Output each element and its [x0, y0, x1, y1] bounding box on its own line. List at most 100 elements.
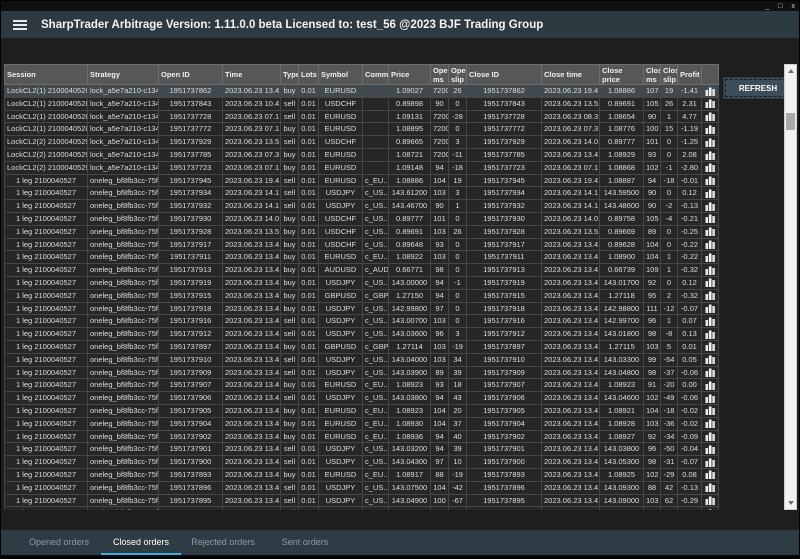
- table-row[interactable]: 1 leg 2100040527oneleg_bf8fb3cc-75f4-4..…: [5, 443, 719, 456]
- tab-sent-orders[interactable]: Sent orders: [265, 530, 345, 555]
- trade-details-icon[interactable]: [702, 148, 719, 161]
- trade-details-icon[interactable]: [702, 97, 719, 110]
- column-header-open-slip[interactable]: Open slip: [449, 65, 467, 85]
- table-row[interactable]: LockCL2(1) 2100040528lock_a5e7a210-c134-…: [5, 85, 719, 98]
- trade-details-icon[interactable]: [702, 110, 719, 123]
- tab-rejected-orders[interactable]: Rejected orders: [183, 530, 263, 555]
- column-header-session[interactable]: Session: [5, 65, 88, 85]
- column-header-close-time[interactable]: Close time: [542, 65, 600, 85]
- column-header-close-ms[interactable]: Close ms: [644, 65, 661, 85]
- table-row[interactable]: 1 leg 2100040527oneleg_bf8fb3cc-75f4-4..…: [5, 456, 719, 469]
- table-row[interactable]: 1 leg 2100040527oneleg_bf8fb3cc-75f4-4..…: [5, 340, 719, 353]
- cell-close-slip: -1: [661, 161, 678, 174]
- table-row[interactable]: 1 leg 2100040527oneleg_bf8fb3cc-75f4-4..…: [5, 494, 719, 507]
- trade-details-icon[interactable]: [702, 251, 719, 264]
- table-row[interactable]: 1 leg 2100040527oneleg_bf8fb3cc-75f4-4..…: [5, 225, 719, 238]
- table-row[interactable]: 1 leg 2100040527oneleg_bf8fb3cc-75f4-4..…: [5, 468, 719, 481]
- column-header-symbol[interactable]: Symbol: [319, 65, 363, 85]
- table-row[interactable]: 1 leg 2100040527oneleg_bf8fb3cc-75f4-4..…: [5, 353, 719, 366]
- column-header-strategy[interactable]: Strategy: [88, 65, 159, 85]
- table-row[interactable]: 1 leg 2100040527oneleg_bf8fb3cc-75f4-4..…: [5, 404, 719, 417]
- trade-details-icon[interactable]: [702, 187, 719, 200]
- table-row[interactable]: 1 leg 2100040527oneleg_bf8fb3cc-75f4-4..…: [5, 264, 719, 277]
- trade-details-icon[interactable]: [702, 200, 719, 213]
- menu-icon[interactable]: [13, 20, 27, 30]
- table-row[interactable]: LockCL2(1) 2100040528lock_a5e7a210-c134-…: [5, 123, 719, 136]
- trade-details-icon[interactable]: [702, 366, 719, 379]
- trade-details-icon[interactable]: [702, 430, 719, 443]
- table-row[interactable]: LockCL2(1) 2100040528lock_a5e7a210-c134-…: [5, 97, 719, 110]
- trade-details-icon[interactable]: [702, 481, 719, 494]
- table-row[interactable]: 1 leg 2100040527oneleg_bf8fb3cc-75f4-4..…: [5, 238, 719, 251]
- trade-details-icon[interactable]: [702, 456, 719, 469]
- column-header-comment[interactable]: Comment: [363, 65, 389, 85]
- trade-details-icon[interactable]: [702, 289, 719, 302]
- trade-details-icon[interactable]: [702, 404, 719, 417]
- trade-details-icon[interactable]: [702, 443, 719, 456]
- trade-details-icon[interactable]: [702, 264, 719, 277]
- table-row[interactable]: 1 leg 2100040527oneleg_bf8fb3cc-75f4-4..…: [5, 315, 719, 328]
- trade-details-icon[interactable]: [702, 494, 719, 507]
- column-header-lots[interactable]: Lots: [299, 65, 319, 85]
- column-header-profit[interactable]: Profit: [678, 65, 702, 85]
- trade-details-icon[interactable]: [702, 340, 719, 353]
- trade-details-icon[interactable]: [702, 328, 719, 341]
- tab-closed-orders[interactable]: Closed orders: [101, 530, 181, 555]
- trade-details-icon[interactable]: [702, 302, 719, 315]
- table-row[interactable]: LockCL2(2) 2100040529lock_a5e7a210-c134-…: [5, 161, 719, 174]
- column-header-time[interactable]: Time: [223, 65, 281, 85]
- column-header-type[interactable]: Type: [281, 65, 299, 85]
- column-header-open-ms[interactable]: Open ms: [431, 65, 449, 85]
- table-row[interactable]: 1 leg 2100040527oneleg_bf8fb3cc-75f4-4..…: [5, 251, 719, 264]
- cell-comment: c_US...: [363, 353, 389, 366]
- table-row[interactable]: 1 leg 2100040527oneleg_bf8fb3cc-75f4-4..…: [5, 379, 719, 392]
- table-row[interactable]: 1 leg 2100040527oneleg_bf8fb3cc-75f4-4..…: [5, 430, 719, 443]
- table-row[interactable]: 1 leg 2100040527oneleg_bf8fb3cc-75f4-4..…: [5, 276, 719, 289]
- trade-details-icon[interactable]: [702, 392, 719, 405]
- table-row[interactable]: LockCL2(2) 2100040529lock_a5e7a210-c134-…: [5, 148, 719, 161]
- table-row[interactable]: 1 leg 2100040527oneleg_bf8fb3cc-75f4-4..…: [5, 328, 719, 341]
- table-row[interactable]: 1 leg 2100040527oneleg_bf8fb3cc-75f4-4..…: [5, 366, 719, 379]
- column-header-close-slip[interactable]: Close slip: [661, 65, 678, 85]
- column-header-open-id[interactable]: Open ID: [159, 65, 223, 85]
- column-header-close-id[interactable]: Close ID: [467, 65, 542, 85]
- trade-details-icon[interactable]: [702, 212, 719, 225]
- table-row[interactable]: 1 leg 2100040527oneleg_bf8fb3cc-75f4-4..…: [5, 200, 719, 213]
- trade-details-icon[interactable]: [702, 123, 719, 136]
- table-row[interactable]: 1 leg 2100040527oneleg_bf8fb3cc-75f4-4..…: [5, 289, 719, 302]
- table-row[interactable]: 1 leg 2100040527oneleg_bf8fb3cc-75f4-4..…: [5, 302, 719, 315]
- trade-details-icon[interactable]: [702, 85, 719, 98]
- trade-details-icon[interactable]: [702, 276, 719, 289]
- scroll-down-icon[interactable]: [785, 497, 796, 509]
- table-row[interactable]: 1 leg 2100040527oneleg_bf8fb3cc-75f4-4..…: [5, 174, 719, 187]
- table-row[interactable]: 1 leg 2100040527oneleg_bf8fb3cc-75f4-4..…: [5, 392, 719, 405]
- table-row[interactable]: 1 leg 2100040527oneleg_bf8fb3cc-75f4-4..…: [5, 187, 719, 200]
- table-row[interactable]: 1 leg 2100040527oneleg_bf8fb3cc-75f4-4..…: [5, 417, 719, 430]
- trade-details-icon[interactable]: [702, 353, 719, 366]
- table-row[interactable]: 1 leg 2100040527oneleg_bf8fb3cc-75f4-4..…: [5, 481, 719, 494]
- trade-details-icon[interactable]: [702, 225, 719, 238]
- cell-close-slip: 0: [661, 276, 678, 289]
- trade-details-icon[interactable]: [702, 379, 719, 392]
- trade-details-icon[interactable]: [702, 136, 719, 149]
- trade-details-icon[interactable]: [702, 315, 719, 328]
- vertical-scrollbar[interactable]: [784, 64, 797, 510]
- close-icon[interactable]: x: [792, 3, 796, 10]
- trade-details-icon[interactable]: [702, 161, 719, 174]
- maximize-icon[interactable]: □: [778, 3, 782, 10]
- table-row[interactable]: LockCL2(1) 2100040528lock_a5e7a210-c134-…: [5, 110, 719, 123]
- column-header-close-price[interactable]: Close price: [600, 65, 644, 85]
- column-header-price[interactable]: Price: [389, 65, 431, 85]
- table-row[interactable]: LockCL2(2) 2100040529lock_a5e7a210-c134-…: [5, 136, 719, 149]
- trade-details-icon[interactable]: [702, 468, 719, 481]
- minimize-icon[interactable]: _: [765, 3, 769, 10]
- refresh-button[interactable]: REFRESH: [723, 77, 793, 99]
- scrollbar-thumb[interactable]: [786, 113, 795, 130]
- trade-details-icon[interactable]: [702, 417, 719, 430]
- trade-details-icon[interactable]: [702, 238, 719, 251]
- tab-opened-orders[interactable]: Opened orders: [19, 530, 99, 555]
- column-header-icon[interactable]: [702, 65, 719, 85]
- scroll-up-icon[interactable]: [785, 65, 796, 77]
- table-row[interactable]: 1 leg 2100040527oneleg_bf8fb3cc-75f4-4..…: [5, 212, 719, 225]
- trade-details-icon[interactable]: [702, 174, 719, 187]
